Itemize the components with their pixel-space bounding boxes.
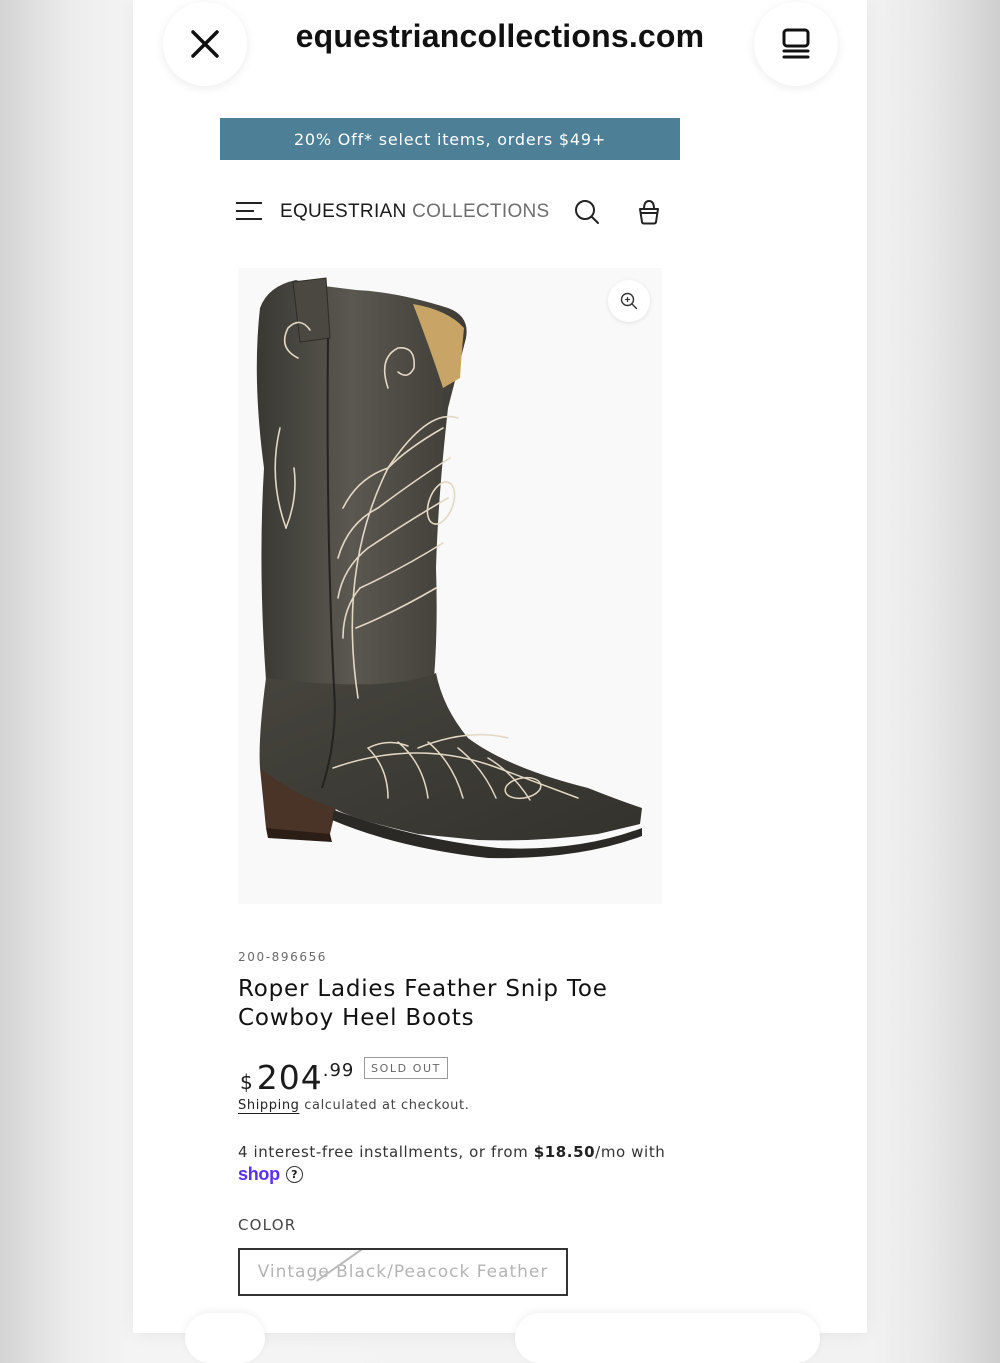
cowboy-boot-image <box>256 277 642 859</box>
shipping-link[interactable]: Shipping <box>238 1098 300 1113</box>
product-image[interactable] <box>238 268 662 904</box>
sold-out-badge: SOLD OUT <box>364 1057 448 1079</box>
tabs-button[interactable] <box>754 2 838 86</box>
logo-primary: EQUESTRIAN <box>280 201 407 222</box>
product-price: $ 204 .99 <box>240 1058 354 1097</box>
hamburger-menu-icon[interactable] <box>236 202 262 222</box>
installments-amount: $18.50 <box>533 1143 596 1161</box>
logo-secondary: COLLECTIONS <box>412 201 550 222</box>
help-icon[interactable]: ? <box>285 1166 303 1183</box>
promo-banner-text: 20% Off* select items, orders $49+ <box>293 129 607 149</box>
url-bar[interactable]: equestriancollections.com <box>250 18 750 55</box>
bottom-nav-right[interactable] <box>515 1313 820 1363</box>
promo-banner[interactable]: 20% Off* select items, orders $49+ <box>220 118 680 160</box>
shop-pay-line: shop ? <box>238 1164 303 1185</box>
color-label: COLOR <box>238 1216 297 1234</box>
zoom-button[interactable] <box>608 280 650 322</box>
installments-note: 4 interest-free installments, or from $1… <box>238 1141 678 1163</box>
zoom-in-icon <box>620 292 638 310</box>
close-button[interactable] <box>163 2 247 86</box>
price-currency: $ <box>240 1070 253 1094</box>
tabs-icon <box>782 28 810 59</box>
color-option-button[interactable]: Vintage Black/Peacock Feather <box>238 1248 568 1296</box>
product-sku: 200-896656 <box>238 950 328 964</box>
close-icon <box>191 30 219 58</box>
shipping-text: calculated at checkout. <box>304 1098 470 1113</box>
installments-prefix: 4 interest-free installments, or from <box>238 1143 534 1161</box>
installments-suffix: /mo with <box>595 1143 666 1161</box>
site-logo[interactable]: EQUESTRIAN COLLECTIONS <box>280 201 550 223</box>
product-title: Roper Ladies Feather Snip Toe Cowboy Hee… <box>238 976 608 1031</box>
shipping-note: Shipping calculated at checkout. <box>238 1098 469 1113</box>
bottom-nav-left[interactable] <box>185 1313 265 1363</box>
price-cents: .99 <box>322 1060 355 1081</box>
site-header: EQUESTRIAN COLLECTIONS <box>236 192 666 232</box>
shop-pay-logo: shop <box>238 1164 280 1184</box>
search-icon[interactable] <box>574 199 600 225</box>
color-option-label: Vintage Black/Peacock Feather <box>257 1262 549 1282</box>
price-whole: 204 <box>256 1058 323 1097</box>
shopping-bag-icon[interactable] <box>636 199 662 225</box>
